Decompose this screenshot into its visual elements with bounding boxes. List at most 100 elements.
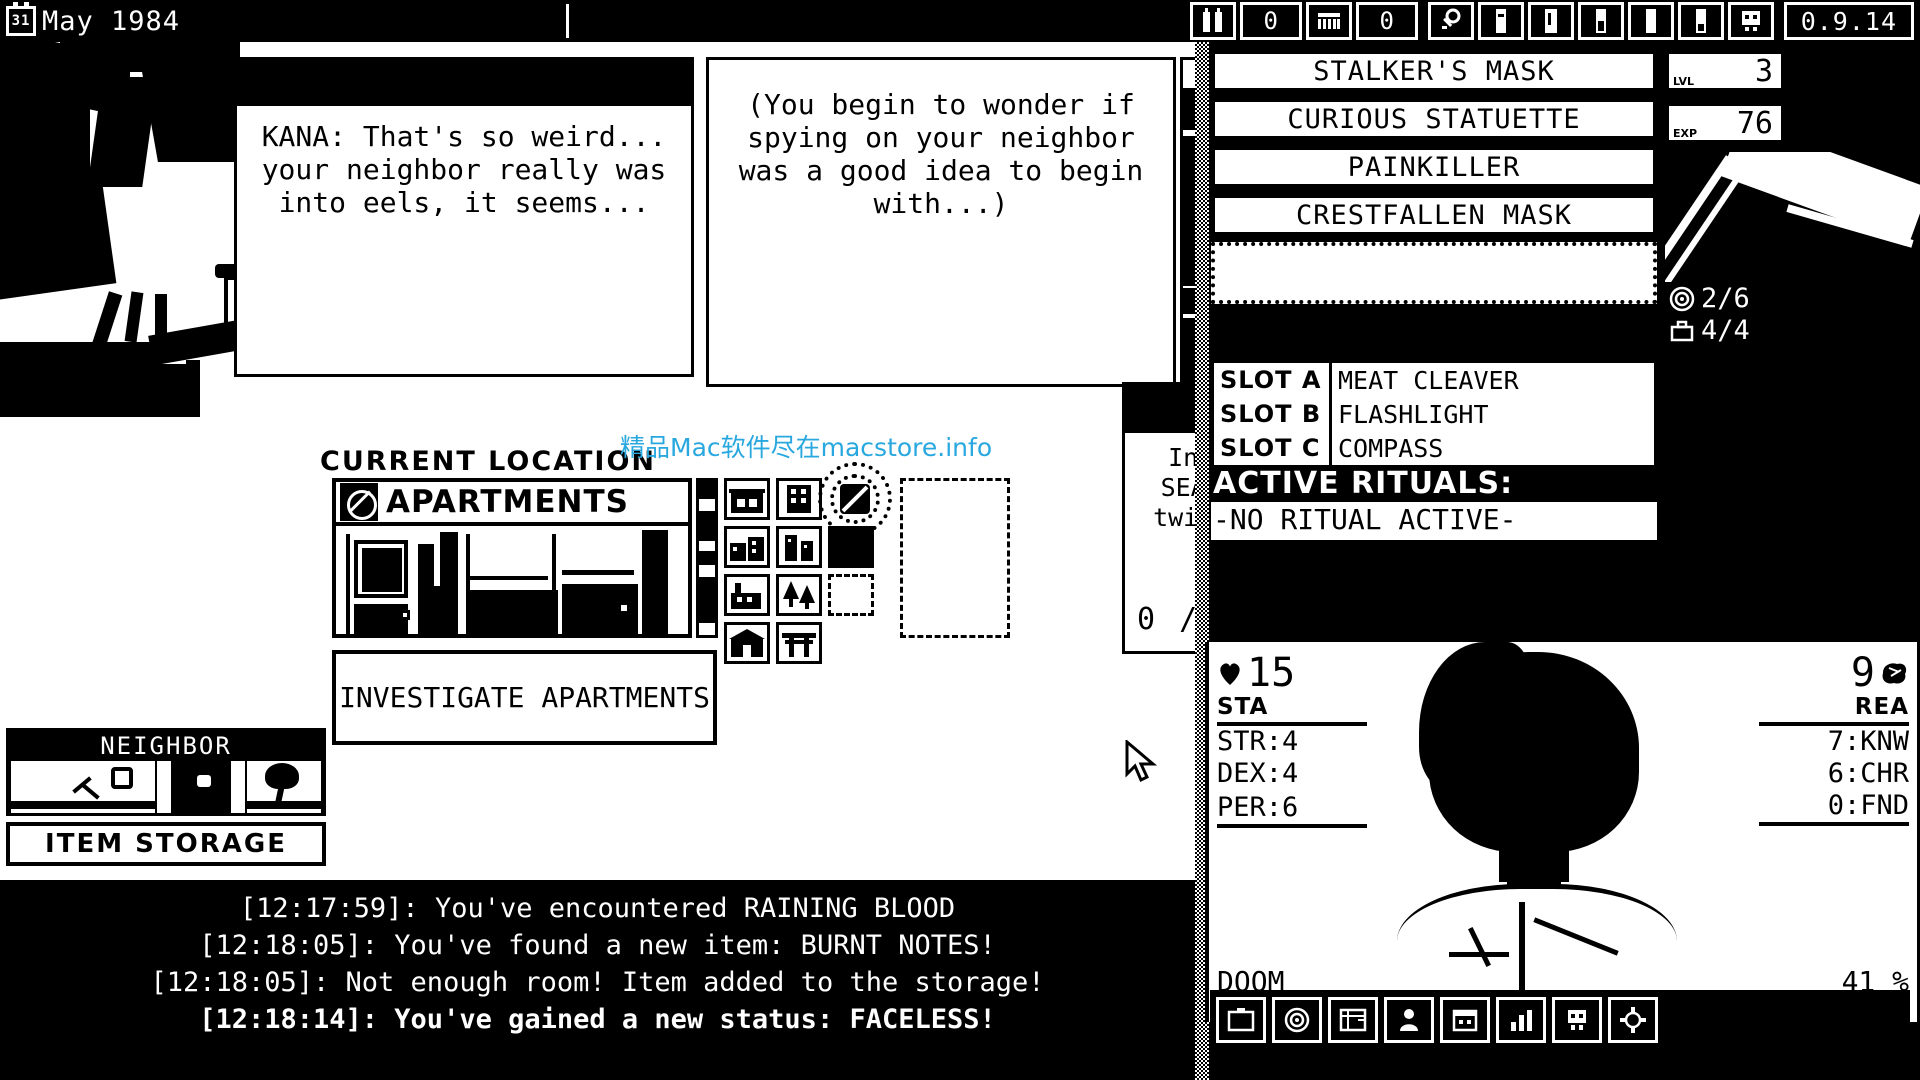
film-icon [1305, 2, 1352, 40]
exp-value: 76 [1736, 105, 1773, 141]
key-icon [1427, 2, 1474, 40]
current-location-label: CURRENT LOCATION [320, 446, 657, 477]
location-scroll-strip[interactable] [696, 478, 718, 638]
location-badge-icon [340, 483, 378, 521]
stats-icon[interactable] [1496, 997, 1546, 1043]
inventory-item[interactable]: CRESTFALLEN MASK [1211, 194, 1657, 236]
stamina-display: 15 [1217, 652, 1367, 694]
neighbor-panel[interactable]: NEIGHBOR [6, 728, 326, 816]
slot-label: SLOT C [1214, 431, 1332, 465]
skull-icon [1727, 2, 1774, 40]
pill-icon [1527, 2, 1574, 40]
resource-counters: 0 0 [1189, 0, 1422, 42]
slot-item: COMPASS [1338, 433, 1444, 463]
active-rituals-header: ACTIVE RITUALS: [1211, 466, 1657, 502]
character-sheet: 15 STA STR:4 DEX:4 PER:6 9 REA 7:KNW 6:C… [1205, 642, 1917, 1022]
inventory-item[interactable]: PAINKILLER [1211, 146, 1657, 188]
gear-icon[interactable] [1608, 997, 1658, 1043]
skull-icon[interactable] [1552, 997, 1602, 1043]
map-icon-shrine[interactable] [776, 622, 822, 664]
neighbor-title: NEIGHBOR [100, 732, 232, 760]
dialog-kana-text: KANA: That's so weird... your neighbor r… [261, 120, 667, 219]
dialog-narration[interactable]: (You begin to wonder if spying on your n… [706, 57, 1176, 387]
message-log: [12:17:59]: You've encountered RAINING B… [0, 880, 1195, 1080]
date-text: May 1984 [42, 5, 181, 37]
equipment-slot-row[interactable]: SLOT B FLASHLIGHT [1214, 397, 1654, 431]
current-location-name: APARTMENTS [386, 484, 629, 520]
game-screen: 31 May 1984 0 0 0.9.14 KANA: That's so w… [0, 0, 1920, 1080]
stat-chr: 6:CHR [1827, 758, 1909, 789]
map-icon-building[interactable] [776, 478, 822, 520]
inventory-list[interactable]: STALKER'S MASK CURIOUS STATUETTE PAINKIL… [1211, 50, 1657, 310]
reason-display: 9 [1759, 652, 1909, 694]
spiral-icon [1669, 286, 1695, 312]
bag-icon [1670, 320, 1694, 342]
location-artwork [336, 526, 688, 634]
calendar-icon[interactable] [1440, 997, 1490, 1043]
stats-right-column: 9 REA 7:KNW 6:CHR 0:FND [1759, 652, 1909, 826]
spiral-counter: 2/6 [1701, 283, 1750, 314]
dialog-kana[interactable]: KANA: That's so weird... your neighbor r… [234, 57, 694, 377]
inventory-item[interactable]: STALKER'S MASK [1211, 50, 1657, 92]
neighbor-scene-left [11, 761, 155, 813]
current-location-card[interactable]: APARTMENTS [332, 478, 692, 638]
neighbor-scene-row [9, 761, 323, 813]
current-location-header: APARTMENTS [336, 482, 688, 526]
counter-one: 0 [1239, 2, 1302, 40]
bottle-icon [1477, 2, 1524, 40]
equipment-slot-row[interactable]: SLOT C COMPASS [1214, 431, 1654, 465]
map-icon-office[interactable] [776, 526, 822, 568]
stamina-label: STA [1217, 694, 1367, 726]
map-icon-house[interactable] [724, 478, 770, 520]
equipment-slot-row[interactable]: SLOT A MEAT CLEAVER [1214, 363, 1654, 397]
syringe-icon [1577, 2, 1624, 40]
brain-icon [1882, 663, 1907, 684]
vial-icon [1627, 2, 1674, 40]
sidebar-decoration-art [1665, 152, 1920, 282]
map-empty-region [900, 478, 1010, 638]
batteries-icon [1189, 2, 1236, 40]
inventory-icon[interactable] [1216, 997, 1266, 1043]
character-silhouette [1389, 642, 1719, 1014]
investigate-button-label: INVESTIGATE APARTMENTS [339, 680, 710, 714]
map-icon-empty-slot[interactable] [828, 574, 874, 616]
log-entry: [12:18:14]: You've gained a new status: … [199, 1004, 996, 1035]
reason-value: 9 [1850, 650, 1875, 696]
investigate-button[interactable]: INVESTIGATE APARTMENTS [332, 650, 717, 745]
character-icon[interactable] [1384, 997, 1434, 1043]
log-entry: [12:17:59]: You've encountered RAINING B… [239, 893, 956, 924]
version-label: 0.9.14 [1783, 2, 1914, 40]
bag-counter: 4/4 [1701, 315, 1750, 346]
date-display: 31 May 1984 [0, 2, 181, 37]
right-sidebar: STALKER'S MASK CURIOUS STATUETTE PAINKIL… [1195, 42, 1920, 1080]
mouse-cursor [1125, 740, 1158, 783]
map-icon-factory[interactable] [724, 574, 770, 616]
map-icon-selected-location[interactable] [818, 462, 892, 536]
stamina-value: 15 [1247, 650, 1296, 696]
stat-fnd: 0:FND [1759, 790, 1909, 826]
log-entry: [12:18:05]: You've found a new item: BUR… [199, 930, 996, 961]
counter-two: 0 [1355, 2, 1418, 40]
inventory-item[interactable]: CURIOUS STATUETTE [1211, 98, 1657, 140]
map-icon[interactable] [1328, 997, 1378, 1043]
level-label: LVL [1673, 75, 1695, 88]
exp-box: EXP 76 [1665, 102, 1785, 144]
map-icon-school[interactable] [724, 622, 770, 664]
top-status-bar: 31 May 1984 0 0 0.9.14 [0, 0, 1920, 42]
map-icon-forest[interactable] [776, 574, 822, 616]
slot-label: SLOT A [1214, 363, 1332, 397]
spiral-icon[interactable] [1272, 997, 1322, 1043]
inventory-empty-slot[interactable] [1211, 242, 1657, 304]
active-rituals-panel: ACTIVE RITUALS: -NO RITUAL ACTIVE- [1211, 466, 1657, 540]
neighbor-divider [157, 761, 171, 813]
item-storage-label: ITEM STORAGE [45, 829, 287, 859]
log-entry: [12:18:05]: Not enough room! Item added … [150, 967, 1045, 998]
capacity-counters: 2/6 4/4 [1665, 282, 1815, 348]
item-storage-button[interactable]: ITEM STORAGE [6, 822, 326, 866]
neighbor-scene-right [247, 761, 321, 813]
exp-label: EXP [1673, 127, 1698, 140]
bottom-toolbar[interactable] [1210, 990, 1910, 1050]
calendar-icon: 31 [6, 2, 36, 36]
equipment-slots[interactable]: SLOT A MEAT CLEAVER SLOT B FLASHLIGHT SL… [1211, 360, 1657, 468]
map-icon-apartment[interactable] [724, 526, 770, 568]
